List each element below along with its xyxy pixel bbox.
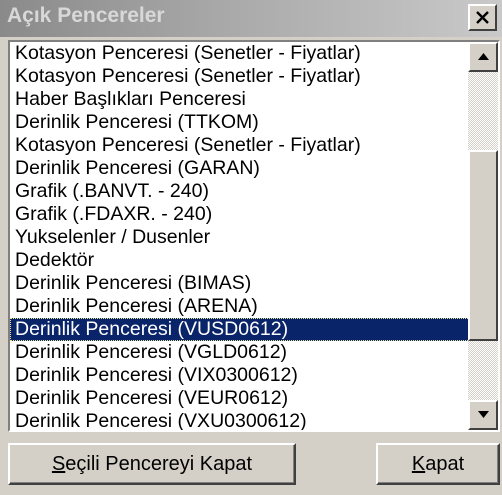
title-close-button[interactable] — [468, 4, 497, 31]
list-item[interactable]: Derinlik Penceresi (BIMAS) — [10, 272, 470, 295]
list-item[interactable]: Derinlik Penceresi (VXU0300612) — [10, 410, 470, 430]
list-item[interactable]: Grafik (.BANVT. - 240) — [10, 180, 470, 203]
close-icon — [476, 11, 489, 24]
list-item[interactable]: Dedektör — [10, 249, 470, 272]
list-items: Kotasyon Penceresi (Senetler - Fiyatlar)… — [10, 42, 470, 430]
vertical-scrollbar[interactable] — [468, 42, 498, 430]
list-item[interactable]: Grafik (.FDAXR. - 240) — [10, 203, 470, 226]
title-bar[interactable]: Açık Pencereler — [0, 0, 502, 37]
list-item[interactable]: Derinlik Penceresi (GARAN) — [10, 157, 470, 180]
list-item[interactable]: Derinlik Penceresi (ARENA) — [10, 295, 470, 318]
list-item[interactable]: Kotasyon Penceresi (Senetler - Fiyatlar) — [10, 134, 470, 157]
list-item[interactable]: Kotasyon Penceresi (Senetler - Fiyatlar) — [10, 65, 470, 88]
close-button[interactable]: Kapat — [376, 443, 500, 485]
list-item[interactable]: Derinlik Penceresi (VIX0300612) — [10, 364, 470, 387]
window-title: Açık Pencereler — [7, 4, 165, 27]
close-selected-window-button[interactable]: Seçili Pencereyi Kapat — [8, 443, 296, 485]
list-item-selected[interactable]: Derinlik Penceresi (VUSD0612) — [10, 318, 470, 341]
arrow-up-icon — [478, 53, 489, 60]
scroll-up-button[interactable] — [468, 42, 498, 72]
list-item[interactable]: Yukselenler / Dusenler — [10, 226, 470, 249]
open-windows-list[interactable]: Kotasyon Penceresi (Senetler - Fiyatlar)… — [8, 40, 500, 432]
list-item[interactable]: Haber Başlıkları Penceresi — [10, 88, 470, 111]
arrow-down-icon — [478, 411, 489, 418]
scroll-thumb[interactable] — [468, 150, 498, 341]
list-item[interactable]: Kotasyon Penceresi (Senetler - Fiyatlar) — [10, 42, 470, 65]
list-item[interactable]: Derinlik Penceresi (VGLD0612) — [10, 341, 470, 364]
scroll-down-button[interactable] — [468, 400, 498, 430]
list-item[interactable]: Derinlik Penceresi (VEUR0612) — [10, 387, 470, 410]
open-windows-dialog: Açık Pencereler Kotasyon Penceresi (Sene… — [0, 0, 502, 495]
list-item[interactable]: Derinlik Penceresi (TTKOM) — [10, 111, 470, 134]
